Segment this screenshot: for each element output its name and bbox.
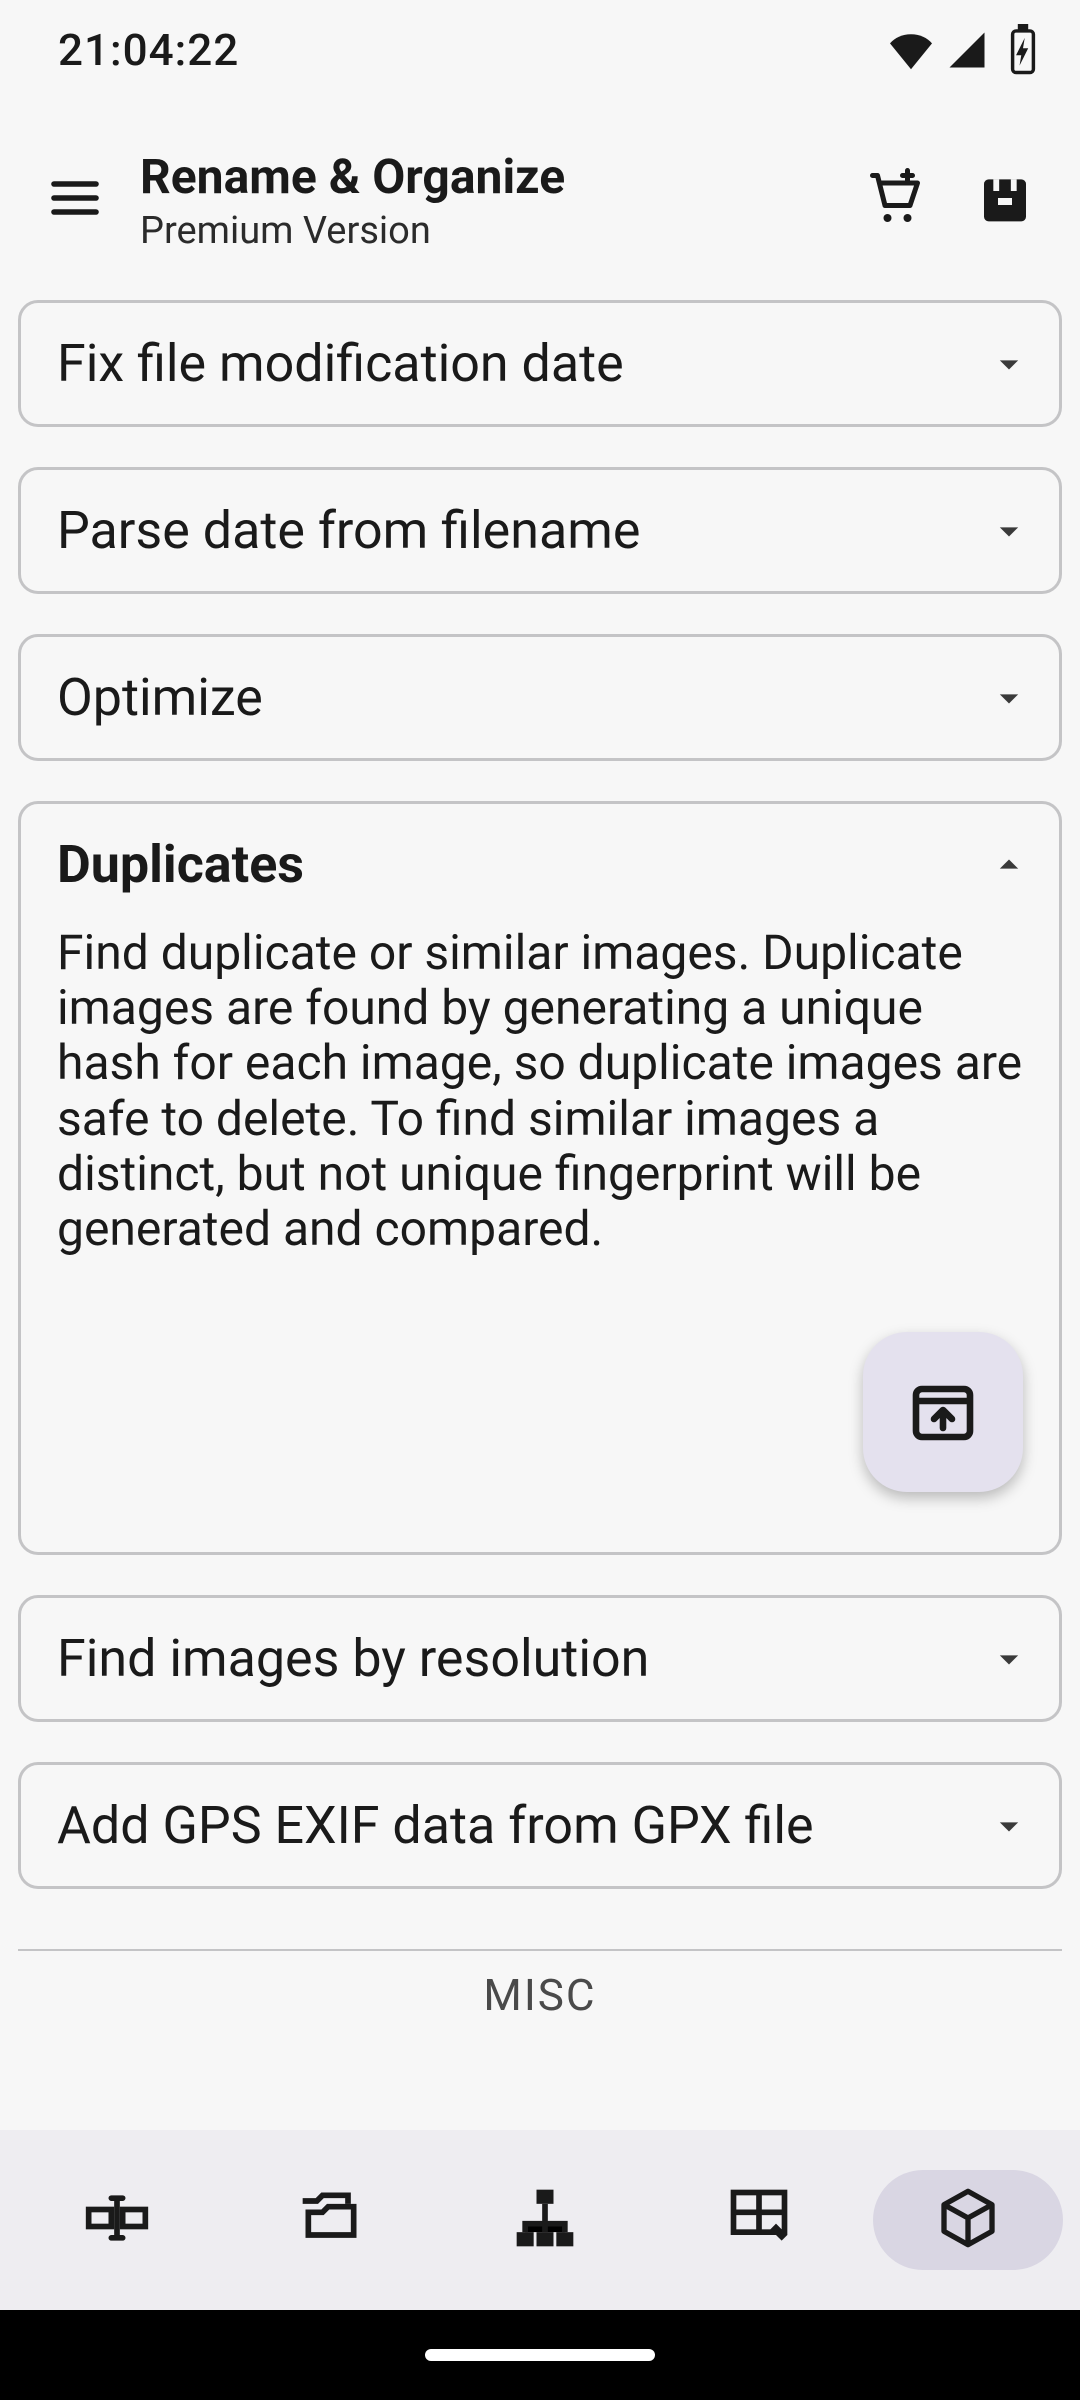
chevron-down-icon — [987, 342, 1031, 386]
main-content: Fix file modification date Parse date fr… — [0, 300, 1080, 2021]
nav-tab-structure[interactable] — [445, 2165, 645, 2275]
hamburger-menu-button[interactable] — [20, 145, 130, 255]
gesture-handle[interactable] — [425, 2349, 655, 2361]
system-nav-bar — [0, 2310, 1080, 2400]
status-icons — [890, 24, 1044, 76]
card-parse-date-filename[interactable]: Parse date from filename — [18, 467, 1062, 594]
nav-tab-folders[interactable] — [231, 2165, 431, 2275]
purchase-button[interactable] — [840, 145, 950, 255]
card-duplicates-header[interactable]: Duplicates — [21, 804, 1059, 925]
chevron-up-icon — [987, 843, 1031, 887]
package-icon — [936, 2186, 1000, 2254]
card-find-by-resolution[interactable]: Find images by resolution — [18, 1595, 1062, 1722]
status-bar: 21:04:22 — [0, 0, 1080, 100]
open-in-browser-icon — [907, 1374, 979, 1450]
sitemap-icon — [511, 2184, 579, 2256]
chevron-down-icon — [987, 676, 1031, 720]
app-bar-titles: Rename & Organize Premium Version — [130, 148, 840, 253]
chevron-down-icon — [987, 509, 1031, 553]
menu-icon — [47, 170, 103, 230]
card-title: Parse date from filename — [57, 500, 640, 561]
folders-icon — [297, 2184, 365, 2256]
chevron-down-icon — [987, 1804, 1031, 1848]
battery-charging-icon — [1002, 24, 1044, 76]
card-title: Add GPS EXIF data from GPX file — [57, 1795, 814, 1856]
card-optimize[interactable]: Optimize — [18, 634, 1062, 761]
app-info-button[interactable] — [950, 145, 1060, 255]
chevron-down-icon — [987, 1637, 1031, 1681]
archive-box-icon — [977, 170, 1033, 230]
app-subtitle: Premium Version — [140, 209, 840, 253]
status-clock: 21:04:22 — [58, 24, 239, 76]
card-title: Find images by resolution — [57, 1628, 649, 1689]
card-fix-file-date[interactable]: Fix file modification date — [18, 300, 1062, 427]
nav-tab-rename[interactable] — [17, 2165, 217, 2275]
open-duplicates-button[interactable] — [863, 1332, 1023, 1492]
app-title: Rename & Organize — [140, 148, 840, 205]
bottom-nav — [0, 2130, 1080, 2310]
card-title: Duplicates — [57, 834, 304, 895]
card-title: Optimize — [57, 667, 263, 728]
edit-grid-icon — [725, 2184, 793, 2256]
nav-tab-metadata[interactable] — [659, 2165, 859, 2275]
card-add-gps-from-gpx[interactable]: Add GPS EXIF data from GPX file — [18, 1762, 1062, 1889]
nav-tab-tools[interactable] — [873, 2170, 1063, 2270]
card-duplicates: Duplicates Find duplicate or similar ima… — [18, 801, 1062, 1555]
section-header-misc: MISC — [18, 1949, 1062, 2021]
signal-icon — [946, 29, 988, 71]
add-to-cart-icon — [865, 168, 925, 232]
wifi-icon — [890, 29, 932, 71]
card-title: Fix file modification date — [57, 333, 624, 394]
rename-field-icon — [83, 2184, 151, 2256]
app-bar: Rename & Organize Premium Version — [0, 100, 1080, 300]
card-duplicates-body: Find duplicate or similar images. Duplic… — [21, 925, 1059, 1292]
